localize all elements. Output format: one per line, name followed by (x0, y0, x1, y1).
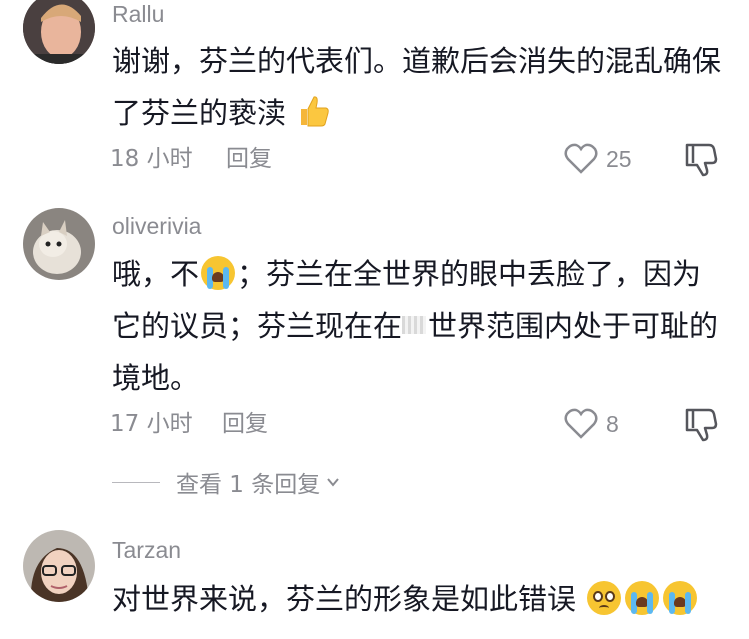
comment-text: 哦，不 ；芬兰在全世界的眼中丢脸了，因为它的议员；芬兰现在在 世界范围内处于可耻的境… (112, 248, 722, 404)
heart-outline-icon (564, 408, 598, 439)
inline-image-icon (402, 316, 427, 334)
like-count: 25 (606, 145, 632, 172)
like-button[interactable]: 8 (564, 406, 619, 442)
reply-button[interactable]: 回复 (226, 144, 272, 174)
loudly-crying-face-icon (201, 256, 236, 290)
thumbs-down-outline-icon[interactable] (683, 141, 719, 177)
like-button[interactable]: 25 (564, 141, 632, 177)
comment-timestamp: 17 小时 (110, 411, 193, 437)
comment-text: 对世界来说，芬兰的形象是如此错误 (112, 573, 722, 625)
avatar[interactable] (23, 0, 95, 64)
comment-username[interactable]: Tarzan (112, 536, 181, 564)
thumbs-up-emoji-icon (301, 96, 329, 127)
view-replies-button[interactable]: 查看 1 条回复 (112, 466, 340, 498)
loudly-crying-face-icon (663, 581, 698, 615)
comment-body: 谢谢，芬兰的代表们。道歉后会消失的混乱确保了芬兰的亵渎 (112, 44, 722, 130)
divider (112, 481, 160, 483)
comment-username[interactable]: oliverivia (112, 212, 201, 240)
comment-username[interactable]: Rallu (112, 0, 164, 28)
comment-timestamp: 18 小时 (110, 146, 193, 172)
reply-button[interactable]: 回复 (222, 409, 268, 439)
comment-body: 对世界来说，芬兰的形象是如此错误 (112, 582, 577, 616)
like-count: 8 (606, 410, 619, 437)
loudly-crying-face-icon (625, 581, 660, 615)
thumbs-down-outline-icon[interactable] (683, 406, 719, 442)
view-replies-label: 查看 1 条回复 (176, 472, 321, 498)
comment-text: 谢谢，芬兰的代表们。道歉后会消失的混乱确保了芬兰的亵渎 (112, 35, 722, 139)
comment-body: 哦，不 (112, 257, 200, 291)
chevron-down-icon (327, 478, 340, 487)
avatar[interactable] (23, 530, 95, 602)
avatar[interactable] (23, 208, 95, 280)
pleading-face-icon (587, 581, 622, 615)
heart-outline-icon (564, 143, 598, 174)
